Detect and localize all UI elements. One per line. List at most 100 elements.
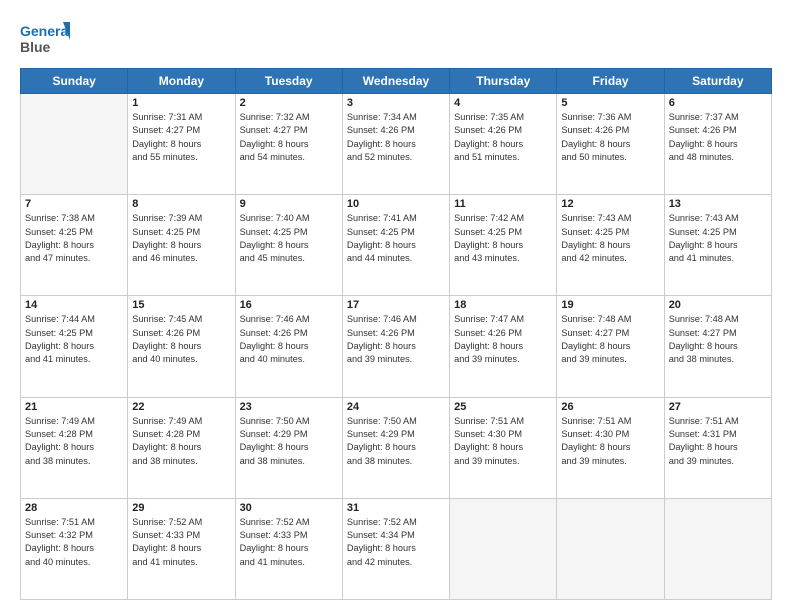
day-number: 6: [669, 97, 767, 109]
sun-info: Sunrise: 7:52 AM Sunset: 4:33 PM Dayligh…: [132, 516, 230, 569]
sun-info: Sunrise: 7:51 AM Sunset: 4:30 PM Dayligh…: [561, 415, 659, 468]
day-header-thursday: Thursday: [450, 69, 557, 94]
day-number: 13: [669, 198, 767, 210]
calendar-cell: 31 Sunrise: 7:52 AM Sunset: 4:34 PM Dayli…: [342, 498, 449, 599]
day-header-friday: Friday: [557, 69, 664, 94]
sun-info: Sunrise: 7:48 AM Sunset: 4:27 PM Dayligh…: [669, 313, 767, 366]
day-number: 20: [669, 299, 767, 311]
sun-info: Sunrise: 7:40 AM Sunset: 4:25 PM Dayligh…: [240, 212, 338, 265]
calendar-cell: 12 Sunrise: 7:43 AM Sunset: 4:25 PM Dayli…: [557, 195, 664, 296]
calendar-header-row: SundayMondayTuesdayWednesdayThursdayFrid…: [21, 69, 772, 94]
day-number: 19: [561, 299, 659, 311]
calendar-cell: 4 Sunrise: 7:35 AM Sunset: 4:26 PM Daylig…: [450, 94, 557, 195]
calendar-cell: 21Sunrise: 7:49 AM Sunset: 4:28 PM Dayli…: [21, 397, 128, 498]
sun-info: Sunrise: 7:42 AM Sunset: 4:25 PM Dayligh…: [454, 212, 552, 265]
sun-info: Sunrise: 7:44 AM Sunset: 4:25 PM Dayligh…: [25, 313, 123, 366]
calendar-cell: 27 Sunrise: 7:51 AM Sunset: 4:31 PM Dayli…: [664, 397, 771, 498]
day-header-monday: Monday: [128, 69, 235, 94]
logo: General Blue: [20, 18, 70, 60]
calendar-cell: 7Sunrise: 7:38 AM Sunset: 4:25 PM Daylig…: [21, 195, 128, 296]
sun-info: Sunrise: 7:43 AM Sunset: 4:25 PM Dayligh…: [669, 212, 767, 265]
week-row-4: 28 Sunrise: 7:51 AM Sunset: 4:32 PM Dayli…: [21, 498, 772, 599]
sun-info: Sunrise: 7:36 AM Sunset: 4:26 PM Dayligh…: [561, 111, 659, 164]
sun-info: Sunrise: 7:35 AM Sunset: 4:26 PM Dayligh…: [454, 111, 552, 164]
sun-info: Sunrise: 7:45 AM Sunset: 4:26 PM Dayligh…: [132, 313, 230, 366]
calendar-cell: 24Sunrise: 7:50 AM Sunset: 4:29 PM Dayli…: [342, 397, 449, 498]
sun-info: Sunrise: 7:32 AM Sunset: 4:27 PM Dayligh…: [240, 111, 338, 164]
calendar-cell: 20 Sunrise: 7:48 AM Sunset: 4:27 PM Dayli…: [664, 296, 771, 397]
calendar-cell: [557, 498, 664, 599]
sun-info: Sunrise: 7:50 AM Sunset: 4:29 PM Dayligh…: [347, 415, 445, 468]
calendar-cell: 15Sunrise: 7:45 AM Sunset: 4:26 PM Dayli…: [128, 296, 235, 397]
day-number: 17: [347, 299, 445, 311]
sun-info: Sunrise: 7:47 AM Sunset: 4:26 PM Dayligh…: [454, 313, 552, 366]
calendar-cell: 22 Sunrise: 7:49 AM Sunset: 4:28 PM Dayli…: [128, 397, 235, 498]
sun-info: Sunrise: 7:34 AM Sunset: 4:26 PM Dayligh…: [347, 111, 445, 164]
calendar-cell: 16Sunrise: 7:46 AM Sunset: 4:26 PM Dayli…: [235, 296, 342, 397]
calendar-cell: 3 Sunrise: 7:34 AM Sunset: 4:26 PM Daylig…: [342, 94, 449, 195]
calendar-cell: 2Sunrise: 7:32 AM Sunset: 4:27 PM Daylig…: [235, 94, 342, 195]
calendar-cell: 23Sunrise: 7:50 AM Sunset: 4:29 PM Dayli…: [235, 397, 342, 498]
page: General Blue SundayMondayTuesdayWednesda…: [0, 0, 792, 612]
calendar: SundayMondayTuesdayWednesdayThursdayFrid…: [20, 68, 772, 600]
day-number: 12: [561, 198, 659, 210]
calendar-cell: 5 Sunrise: 7:36 AM Sunset: 4:26 PM Daylig…: [557, 94, 664, 195]
calendar-cell: 1Sunrise: 7:31 AM Sunset: 4:27 PM Daylig…: [128, 94, 235, 195]
sun-info: Sunrise: 7:41 AM Sunset: 4:25 PM Dayligh…: [347, 212, 445, 265]
day-number: 27: [669, 401, 767, 413]
calendar-cell: 9 Sunrise: 7:40 AM Sunset: 4:25 PM Daylig…: [235, 195, 342, 296]
sun-info: Sunrise: 7:39 AM Sunset: 4:25 PM Dayligh…: [132, 212, 230, 265]
calendar-cell: 28 Sunrise: 7:51 AM Sunset: 4:32 PM Dayli…: [21, 498, 128, 599]
day-number: 3: [347, 97, 445, 109]
day-number: 11: [454, 198, 552, 210]
calendar-cell: [450, 498, 557, 599]
day-number: 31: [347, 502, 445, 514]
sun-info: Sunrise: 7:51 AM Sunset: 4:32 PM Dayligh…: [25, 516, 123, 569]
sun-info: Sunrise: 7:38 AM Sunset: 4:25 PM Dayligh…: [25, 212, 123, 265]
calendar-cell: 8 Sunrise: 7:39 AM Sunset: 4:25 PM Daylig…: [128, 195, 235, 296]
day-header-wednesday: Wednesday: [342, 69, 449, 94]
day-number: 18: [454, 299, 552, 311]
day-header-sunday: Sunday: [21, 69, 128, 94]
day-number: 9: [240, 198, 338, 210]
sun-info: Sunrise: 7:52 AM Sunset: 4:33 PM Dayligh…: [240, 516, 338, 569]
calendar-cell: 26 Sunrise: 7:51 AM Sunset: 4:30 PM Dayli…: [557, 397, 664, 498]
day-number: 16: [240, 299, 338, 311]
calendar-cell: 6 Sunrise: 7:37 AM Sunset: 4:26 PM Daylig…: [664, 94, 771, 195]
day-number: 22: [132, 401, 230, 413]
day-number: 28: [25, 502, 123, 514]
day-number: 5: [561, 97, 659, 109]
sun-info: Sunrise: 7:51 AM Sunset: 4:31 PM Dayligh…: [669, 415, 767, 468]
calendar-cell: 17 Sunrise: 7:46 AM Sunset: 4:26 PM Dayli…: [342, 296, 449, 397]
day-header-saturday: Saturday: [664, 69, 771, 94]
week-row-1: 7Sunrise: 7:38 AM Sunset: 4:25 PM Daylig…: [21, 195, 772, 296]
calendar-cell: 19Sunrise: 7:48 AM Sunset: 4:27 PM Dayli…: [557, 296, 664, 397]
sun-info: Sunrise: 7:50 AM Sunset: 4:29 PM Dayligh…: [240, 415, 338, 468]
sun-info: Sunrise: 7:51 AM Sunset: 4:30 PM Dayligh…: [454, 415, 552, 468]
sun-info: Sunrise: 7:49 AM Sunset: 4:28 PM Dayligh…: [132, 415, 230, 468]
calendar-cell: 11 Sunrise: 7:42 AM Sunset: 4:25 PM Dayli…: [450, 195, 557, 296]
sun-info: Sunrise: 7:43 AM Sunset: 4:25 PM Dayligh…: [561, 212, 659, 265]
calendar-cell: 29 Sunrise: 7:52 AM Sunset: 4:33 PM Dayli…: [128, 498, 235, 599]
week-row-2: 14 Sunrise: 7:44 AM Sunset: 4:25 PM Dayli…: [21, 296, 772, 397]
week-row-3: 21Sunrise: 7:49 AM Sunset: 4:28 PM Dayli…: [21, 397, 772, 498]
day-number: 30: [240, 502, 338, 514]
day-number: 25: [454, 401, 552, 413]
day-header-tuesday: Tuesday: [235, 69, 342, 94]
calendar-cell: 30 Sunrise: 7:52 AM Sunset: 4:33 PM Dayli…: [235, 498, 342, 599]
calendar-cell: 25 Sunrise: 7:51 AM Sunset: 4:30 PM Dayli…: [450, 397, 557, 498]
week-row-0: 1Sunrise: 7:31 AM Sunset: 4:27 PM Daylig…: [21, 94, 772, 195]
day-number: 26: [561, 401, 659, 413]
sun-info: Sunrise: 7:37 AM Sunset: 4:26 PM Dayligh…: [669, 111, 767, 164]
day-number: 8: [132, 198, 230, 210]
sun-info: Sunrise: 7:52 AM Sunset: 4:34 PM Dayligh…: [347, 516, 445, 569]
sun-info: Sunrise: 7:46 AM Sunset: 4:26 PM Dayligh…: [347, 313, 445, 366]
svg-text:General: General: [20, 23, 70, 39]
logo-svg: General Blue: [20, 18, 70, 60]
day-number: 29: [132, 502, 230, 514]
calendar-cell: 13 Sunrise: 7:43 AM Sunset: 4:25 PM Dayli…: [664, 195, 771, 296]
day-number: 4: [454, 97, 552, 109]
day-number: 14: [25, 299, 123, 311]
header: General Blue: [20, 18, 772, 60]
sun-info: Sunrise: 7:31 AM Sunset: 4:27 PM Dayligh…: [132, 111, 230, 164]
